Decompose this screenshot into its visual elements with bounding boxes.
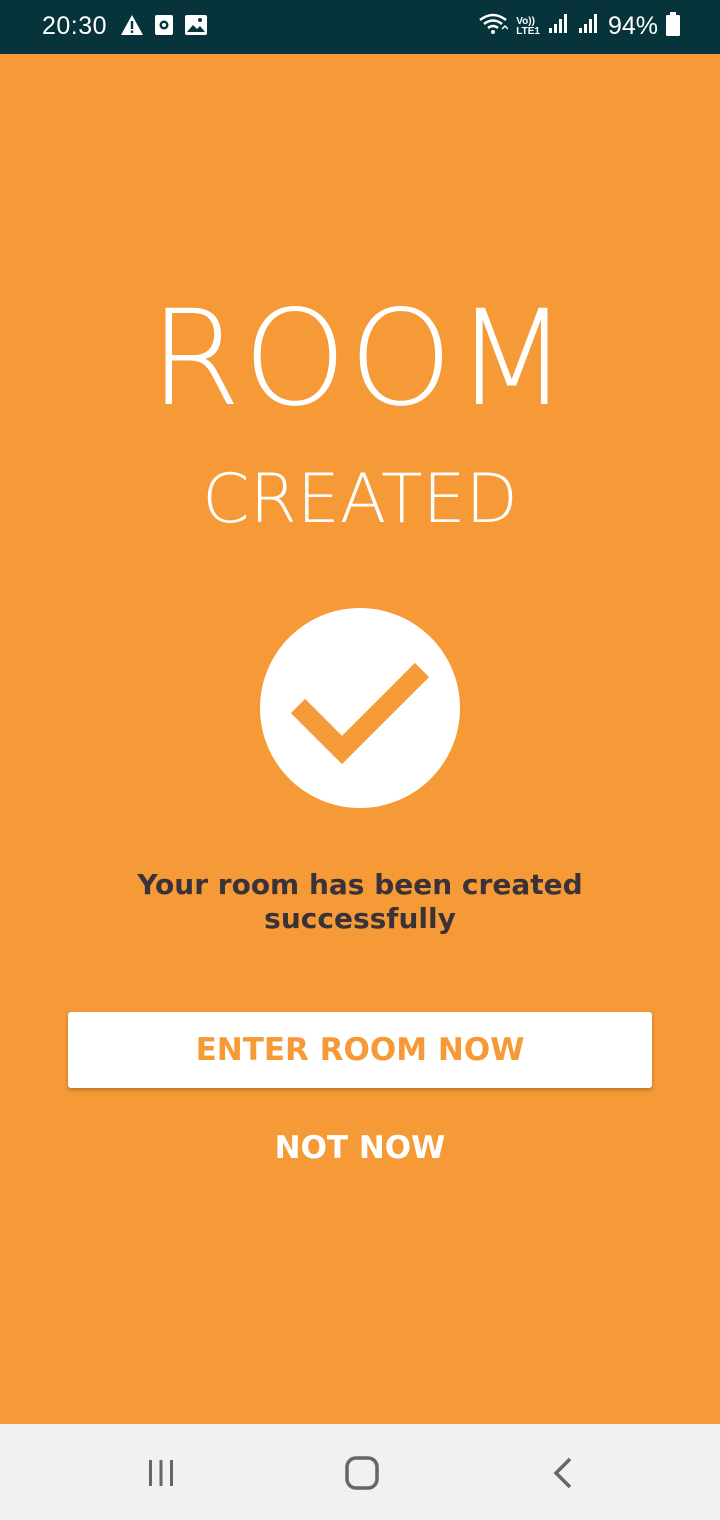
not-now-button[interactable]: NOT NOW bbox=[0, 1128, 720, 1168]
home-icon[interactable] bbox=[337, 1448, 387, 1498]
volte-label-bottom: LTE1 bbox=[516, 25, 540, 37]
signal-icon-2 bbox=[578, 13, 600, 40]
success-message: Your room has been created successfully bbox=[137, 868, 583, 935]
battery-percent: 94% bbox=[607, 12, 658, 40]
room-created-screen: ROOM CREATED Your room has been created … bbox=[0, 54, 720, 1424]
volte-icon: Vo)) LTE1 bbox=[516, 15, 540, 37]
title-room: ROOM bbox=[149, 282, 571, 436]
back-icon[interactable] bbox=[538, 1448, 588, 1498]
battery-icon bbox=[666, 12, 680, 41]
status-icons-left bbox=[120, 14, 208, 41]
warning-icon bbox=[120, 14, 144, 41]
screen-recorder-icon bbox=[154, 14, 174, 41]
check-circle-icon bbox=[260, 608, 460, 808]
recent-apps-icon[interactable] bbox=[136, 1448, 186, 1498]
image-icon bbox=[184, 14, 208, 41]
enter-room-now-button[interactable]: ENTER ROOM NOW bbox=[68, 1012, 652, 1088]
status-bar: 20:30 Vo)) LTE1 94% bbox=[0, 0, 720, 54]
volte-label-top: Vo)) bbox=[516, 15, 535, 27]
status-icons-right: Vo)) LTE1 94% bbox=[478, 12, 680, 41]
navigation-bar bbox=[0, 1424, 720, 1520]
wifi-icon bbox=[478, 12, 509, 41]
title-created: CREATED bbox=[202, 460, 518, 539]
status-time: 20:30 bbox=[42, 12, 108, 40]
signal-icon bbox=[548, 13, 570, 40]
